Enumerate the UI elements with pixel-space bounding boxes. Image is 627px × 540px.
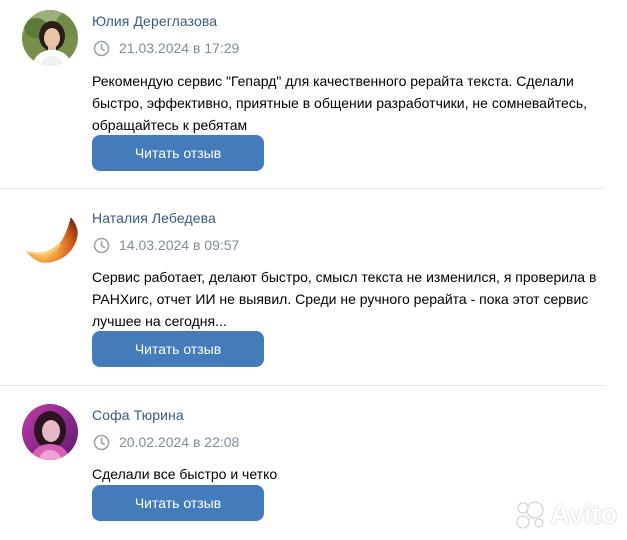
review-text: Рекомендую сервис "Гепард" для качествен… [92,73,588,133]
review-text: Сделали все быстро и четко [92,466,278,482]
avatar[interactable] [22,208,78,264]
clock-icon [93,434,110,450]
author-name[interactable]: Наталия Лебедева [92,210,216,226]
avito-logo-icon [516,501,543,528]
review-date: 14.03.2024 в 09:57 [93,236,239,254]
avatar[interactable] [22,10,78,66]
date-text: 14.03.2024 в 09:57 [119,237,240,253]
review-date: 20.02.2024 в 22:08 [93,433,239,451]
reviews-page: Юлия Дереглазова 21.03.2024 в 17:29 Реко… [0,0,627,540]
clock-icon [93,237,110,253]
watermark-text: Avito [550,499,618,529]
divider [0,188,604,189]
avito-watermark: Avito [515,499,618,530]
review-text: Сервис работает, делают быстро, смысл те… [92,269,597,329]
read-review-button[interactable]: Читать отзыв [92,135,264,171]
read-review-button[interactable]: Читать отзыв [92,485,264,521]
author-name[interactable]: Юлия Дереглазова [92,13,217,29]
read-review-button[interactable]: Читать отзыв [92,331,264,367]
date-text: 20.02.2024 в 22:08 [119,434,240,450]
author-name[interactable]: Софа Тюрина [92,407,184,423]
date-text: 21.03.2024 в 17:29 [119,40,240,56]
review-date: 21.03.2024 в 17:29 [93,39,239,57]
avatar[interactable] [22,404,78,460]
clock-icon [93,40,110,56]
divider [0,385,604,386]
